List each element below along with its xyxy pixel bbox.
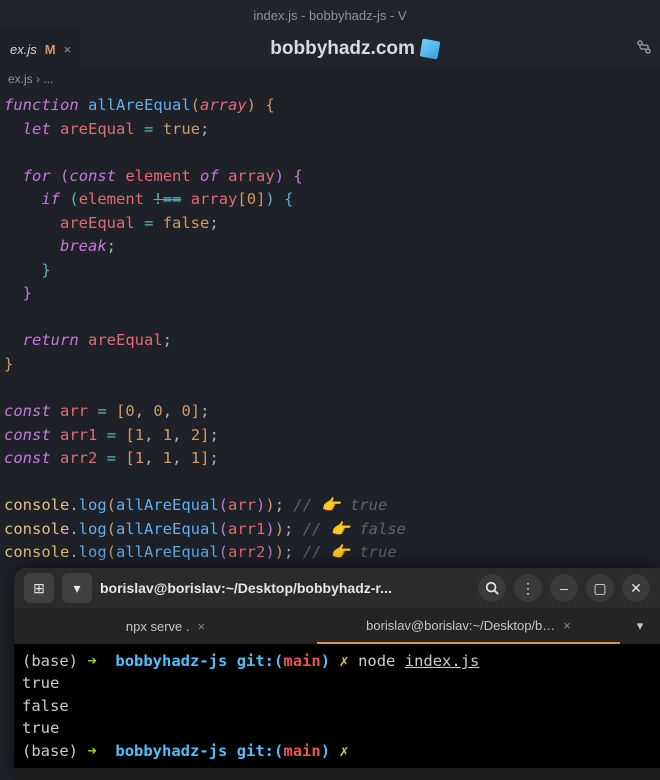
close-icon[interactable]: × bbox=[563, 618, 571, 633]
close-icon[interactable]: ✕ bbox=[622, 574, 650, 602]
terminal-titlebar[interactable]: ⊞ ▾ borislav@borislav:~/Desktop/bobbyhad… bbox=[14, 568, 660, 608]
tab-filename: ex.js bbox=[10, 42, 37, 57]
breadcrumb[interactable]: ex.js › ... bbox=[0, 68, 660, 90]
tab-overflow-icon[interactable]: ▾ bbox=[620, 608, 660, 644]
code-editor[interactable]: function allAreEqual(array) { let areEqu… bbox=[0, 90, 660, 573]
cube-icon bbox=[419, 39, 440, 60]
terminal-window: ⊞ ▾ borislav@borislav:~/Desktop/bobbyhad… bbox=[14, 568, 660, 780]
tab-modified-indicator: M bbox=[45, 42, 56, 57]
menu-icon[interactable]: ⋮ bbox=[514, 574, 542, 602]
editor-actions bbox=[628, 30, 660, 68]
minimize-icon[interactable]: – bbox=[550, 574, 578, 602]
terminal-tab-1[interactable]: npx serve . × bbox=[14, 608, 317, 644]
site-name: bobbyhadz.com bbox=[270, 38, 415, 60]
dropdown-icon[interactable]: ▾ bbox=[62, 573, 92, 603]
terminal-tabs: npx serve . × borislav@borislav:~/Deskto… bbox=[14, 608, 660, 644]
maximize-icon[interactable]: ▢ bbox=[586, 574, 614, 602]
breadcrumb-text: ex.js › ... bbox=[8, 72, 53, 86]
editor-tabbar: ex.js M × bobbyhadz.com bbox=[0, 30, 660, 68]
terminal-body[interactable]: (base) ➜ bobbyhadz-js git:(main) ✗ node … bbox=[14, 644, 660, 768]
git-compare-icon[interactable] bbox=[636, 39, 652, 59]
close-icon[interactable]: × bbox=[64, 42, 72, 57]
terminal-title: borislav@borislav:~/Desktop/bobbyhadz-r.… bbox=[100, 580, 470, 596]
new-tab-icon[interactable]: ⊞ bbox=[24, 573, 54, 603]
terminal-tab-2[interactable]: borislav@borislav:~/Desktop/b… × bbox=[317, 608, 620, 644]
terminal-output: true bbox=[22, 672, 652, 694]
terminal-output: false bbox=[22, 695, 652, 717]
terminal-output: true bbox=[22, 717, 652, 739]
window-title: index.js - bobbyhadz-js - V bbox=[253, 8, 406, 23]
editor-tab-indexjs[interactable]: ex.js M × bbox=[0, 30, 81, 68]
search-icon[interactable] bbox=[478, 574, 506, 602]
window-titlebar: index.js - bobbyhadz-js - V bbox=[0, 0, 660, 30]
close-icon[interactable]: × bbox=[198, 619, 206, 634]
header-site: bobbyhadz.com bbox=[81, 30, 628, 68]
